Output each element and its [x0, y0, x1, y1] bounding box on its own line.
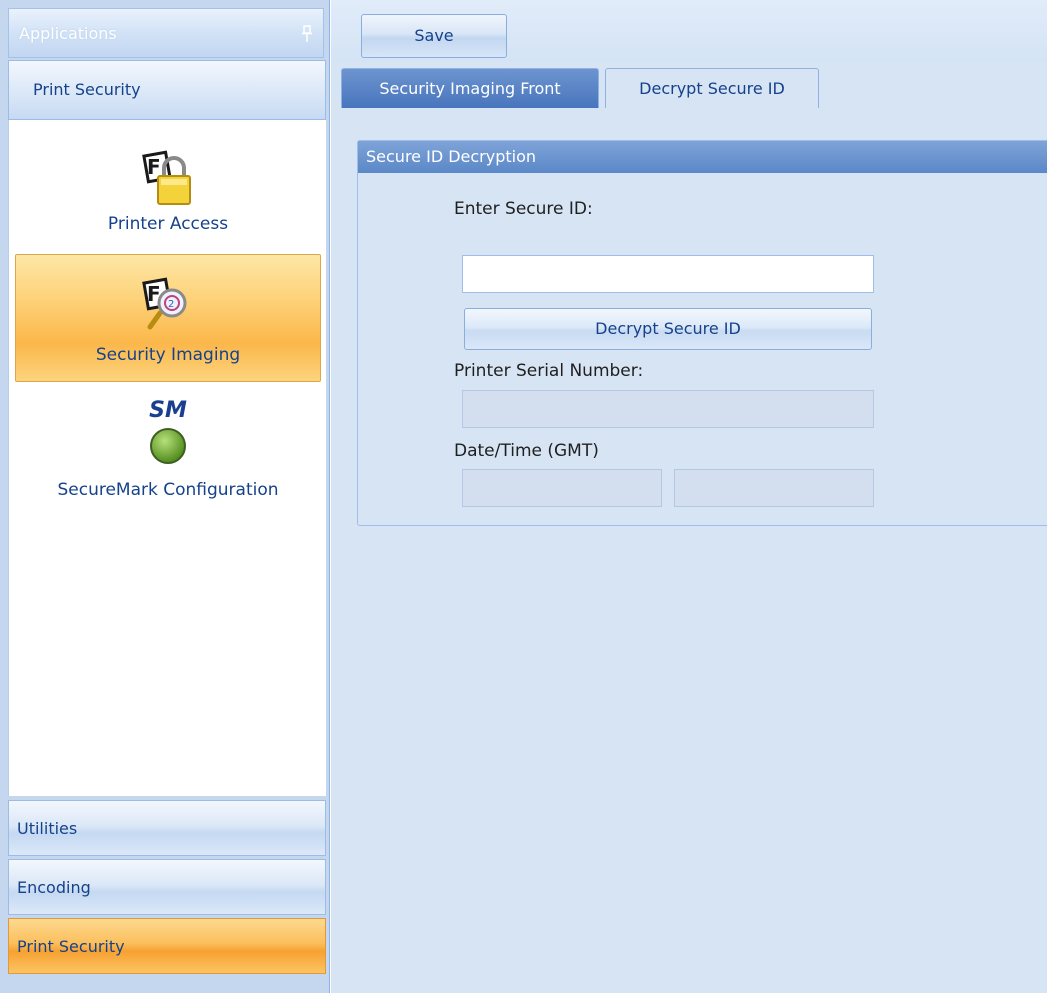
time-field[interactable]: [674, 469, 874, 507]
svg-text:2: 2: [168, 299, 174, 310]
sidebar-item-label: Security Imaging: [95, 345, 241, 365]
date-field[interactable]: [462, 469, 662, 507]
nav-button-label: Encoding: [17, 878, 91, 897]
nav-button-print-security[interactable]: Print Security: [8, 918, 326, 974]
navigation-sidebar: Applications Print Security F Printer Ac…: [0, 0, 330, 993]
tab-security-imaging-front[interactable]: Security Imaging Front: [341, 68, 599, 108]
sidebar-section-title: Print Security: [33, 80, 141, 99]
sidebar-header-title: Applications: [19, 24, 117, 43]
sidebar-item-list: F Printer Access F 2 Security Imaging SM: [8, 120, 326, 796]
nav-button-encoding[interactable]: Encoding: [8, 859, 326, 915]
sm-badge: SM: [149, 398, 187, 423]
sidebar-item-securemark-configuration[interactable]: SM SecureMark Configuration: [15, 392, 321, 520]
group-title: Secure ID Decryption: [358, 141, 1047, 173]
date-time-label: Date/Time (GMT): [454, 441, 599, 461]
decrypt-secure-id-button[interactable]: Decrypt Secure ID: [464, 308, 872, 350]
secure-id-decryption-group: Secure ID Decryption Enter Secure ID: De…: [357, 140, 1047, 526]
sidebar-header: Applications: [8, 8, 324, 58]
secure-id-input[interactable]: [462, 255, 874, 293]
save-button[interactable]: Save: [361, 14, 507, 58]
pin-icon[interactable]: [301, 25, 313, 43]
enter-secure-id-label: Enter Secure ID:: [454, 199, 593, 219]
tab-content: Secure ID Decryption Enter Secure ID: De…: [331, 108, 1047, 993]
printer-serial-number-label: Printer Serial Number:: [454, 361, 644, 381]
main-panel: Save Security Imaging Front Decrypt Secu…: [331, 0, 1047, 993]
toolbar: Save: [331, 0, 1047, 62]
printer-serial-number-field[interactable]: [462, 390, 874, 428]
padlock-icon: F: [142, 150, 191, 205]
tab-strip: Security Imaging Front Decrypt Secure ID: [331, 62, 1047, 109]
nav-button-label: Utilities: [17, 819, 78, 838]
sidebar-section-header: Print Security: [8, 60, 326, 120]
nav-button-label: Print Security: [17, 937, 125, 956]
nav-button-utilities[interactable]: Utilities: [8, 800, 326, 856]
magnifier-icon: F 2: [142, 277, 187, 330]
tab-decrypt-secure-id[interactable]: Decrypt Secure ID: [605, 68, 819, 109]
green-circle-icon: [150, 428, 186, 464]
sidebar-item-label: SecureMark Configuration: [57, 480, 279, 500]
sidebar-item-security-imaging[interactable]: F 2 Security Imaging: [15, 254, 321, 382]
sidebar-item-printer-access[interactable]: F Printer Access: [15, 124, 321, 252]
sidebar-item-label: Printer Access: [107, 214, 229, 234]
